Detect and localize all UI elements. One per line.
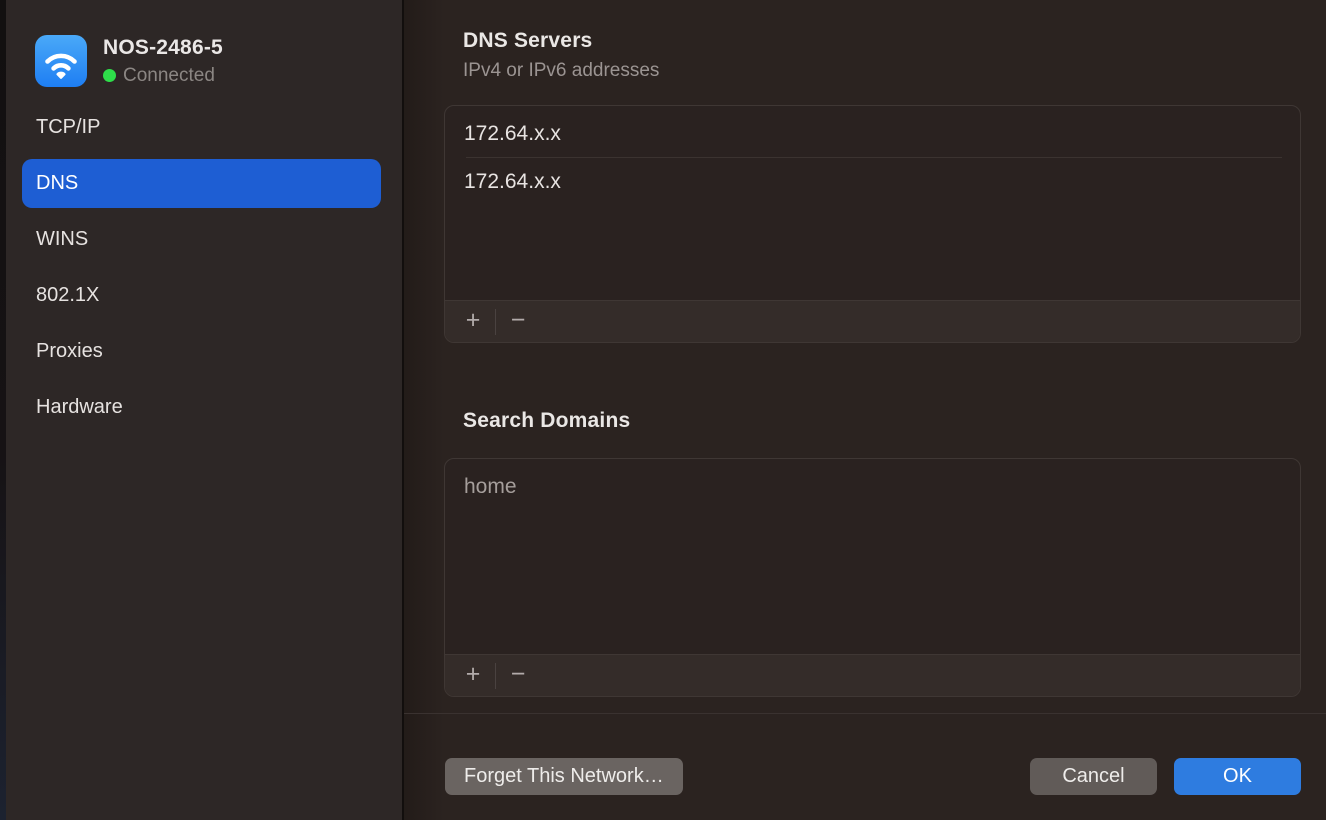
search-domain-value: home	[464, 475, 517, 499]
dns-server-entry[interactable]: 172.64.x.x	[445, 158, 1300, 206]
dns-servers-rows: 172.64.x.x 172.64.x.x	[445, 106, 1300, 300]
search-domains-rows: home	[445, 459, 1300, 654]
sidebar-item[interactable]: DNS	[22, 159, 381, 208]
search-domains-list: home + −	[444, 458, 1301, 697]
settings-nav: TCP/IP DNS WINS 802.1X Proxies Hardware	[6, 99, 402, 432]
sidebar-item-label: TCP/IP	[36, 116, 100, 139]
dns-server-address: 172.64.x.x	[464, 122, 561, 146]
toolbar-separator	[495, 663, 496, 689]
network-name: NOS-2486-5	[103, 36, 223, 60]
sidebar-item-label: 802.1X	[36, 284, 99, 307]
sidebar-item-label: Hardware	[36, 396, 123, 419]
sidebar-item-label: WINS	[36, 228, 88, 251]
sidebar-item[interactable]: Proxies	[22, 327, 381, 376]
footer-separator	[404, 713, 1326, 714]
wifi-icon	[35, 35, 87, 87]
search-domains-toolbar: + −	[445, 654, 1300, 696]
dns-server-address: 172.64.x.x	[464, 170, 561, 194]
sidebar-item-label: Proxies	[36, 340, 103, 363]
sidebar-item-label: DNS	[36, 172, 78, 195]
dns-server-entry[interactable]: 172.64.x.x	[445, 110, 1300, 158]
ok-button[interactable]: OK	[1174, 758, 1301, 795]
dns-servers-list: 172.64.x.x 172.64.x.x + −	[444, 105, 1301, 343]
dns-servers-subtitle: IPv4 or IPv6 addresses	[463, 60, 659, 82]
sidebar-item[interactable]: 802.1X	[22, 271, 381, 320]
add-search-domain-button[interactable]: +	[454, 655, 492, 697]
remove-dns-server-button[interactable]: −	[499, 301, 537, 343]
add-dns-server-button[interactable]: +	[454, 301, 492, 343]
connected-indicator	[103, 69, 116, 82]
cancel-button[interactable]: Cancel	[1030, 758, 1157, 795]
search-domain-entry[interactable]: home	[445, 463, 1300, 511]
toolbar-separator	[495, 309, 496, 335]
sidebar-item[interactable]: Hardware	[22, 383, 381, 432]
network-sidebar: NOS-2486-5 Connected TCP/IP DNS WINS 802…	[6, 0, 402, 820]
dns-pane: DNS Servers IPv4 or IPv6 addresses 172.6…	[404, 0, 1326, 820]
search-domains-title: Search Domains	[463, 409, 630, 433]
connection-status: Connected	[123, 65, 215, 87]
dns-servers-title: DNS Servers	[463, 29, 592, 53]
remove-search-domain-button[interactable]: −	[499, 655, 537, 697]
sidebar-item[interactable]: WINS	[22, 215, 381, 264]
network-header: NOS-2486-5 Connected	[6, 0, 402, 99]
dns-servers-toolbar: + −	[445, 300, 1300, 342]
forget-network-button[interactable]: Forget This Network…	[445, 758, 683, 795]
sidebar-item[interactable]: TCP/IP	[22, 103, 381, 152]
